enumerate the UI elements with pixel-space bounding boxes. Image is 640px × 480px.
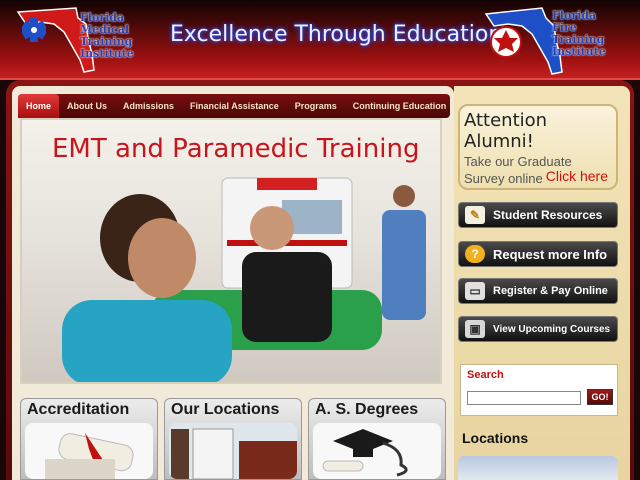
- nav-home[interactable]: Home: [18, 94, 60, 118]
- monitor-icon: ▣: [465, 320, 485, 338]
- florida-medical-training-institute-logo[interactable]: Florida Medical Training Institute: [14, 4, 149, 76]
- alumni-heading: Attention Alumni!: [464, 110, 548, 152]
- alumni-click-here-link[interactable]: Click here: [546, 168, 608, 184]
- graduation-image: [313, 423, 441, 479]
- nav-about-us[interactable]: About Us: [59, 94, 115, 118]
- locations-map-image[interactable]: [458, 456, 618, 480]
- main-nav: Home About Us Admissions Financial Assis…: [18, 94, 450, 118]
- pencil-icon: ✎: [465, 206, 485, 224]
- nav-continuing-education[interactable]: Continuing Education: [345, 94, 455, 118]
- building-image: [169, 423, 297, 479]
- search-go-button[interactable]: GO!: [587, 389, 613, 405]
- locations-heading: Locations: [462, 430, 529, 446]
- search-input[interactable]: [467, 391, 581, 405]
- credit-card-icon: ▭: [465, 282, 485, 300]
- alumni-survey-banner[interactable]: Attention Alumni! Take our Graduate Surv…: [458, 104, 618, 190]
- student-resources-button[interactable]: ✎ Student Resources: [458, 202, 618, 228]
- button-label: Request more Info: [493, 246, 608, 262]
- info-icon: ?: [465, 245, 485, 263]
- hero-banner[interactable]: EMT and Paramedic Training: [20, 118, 442, 384]
- building-sign-icon: [169, 423, 297, 479]
- diploma-image: [25, 423, 153, 479]
- graduation-cap-icon: [322, 429, 408, 477]
- hero-title: EMT and Paramedic Training: [52, 134, 420, 164]
- nav-programs[interactable]: Programs: [287, 94, 345, 118]
- as-degrees-box[interactable]: A. S. Degrees: [308, 398, 446, 480]
- request-more-info-button[interactable]: ? Request more Info: [458, 241, 618, 267]
- box-title: Accreditation: [27, 401, 130, 418]
- nav-financial-assistance[interactable]: Financial Assistance: [182, 94, 287, 118]
- register-pay-online-button[interactable]: ▭ Register & Pay Online: [458, 278, 618, 304]
- accreditation-box[interactable]: Accreditation: [20, 398, 158, 480]
- our-locations-box[interactable]: Our Locations: [164, 398, 302, 480]
- florida-fire-training-institute-logo[interactable]: Florida Fire Training Institute: [484, 4, 629, 76]
- site-header: Florida Medical Training Institute Excel…: [0, 0, 640, 80]
- view-upcoming-courses-button[interactable]: ▣ View Upcoming Courses: [458, 316, 618, 342]
- button-label: Register & Pay Online: [493, 285, 608, 297]
- site-tagline: Excellence Through Education: [170, 22, 503, 47]
- logo-line-4: Institute: [552, 45, 606, 58]
- box-title: Our Locations: [171, 401, 280, 418]
- box-title: A. S. Degrees: [315, 401, 419, 418]
- nav-admissions[interactable]: Admissions: [115, 94, 182, 118]
- button-label: View Upcoming Courses: [493, 323, 611, 335]
- search-label: Search: [467, 369, 504, 381]
- diploma-icon: [45, 433, 134, 479]
- button-label: Student Resources: [493, 208, 603, 222]
- logo-line-4: Institute: [80, 47, 134, 60]
- search-panel: Search GO!: [460, 364, 618, 416]
